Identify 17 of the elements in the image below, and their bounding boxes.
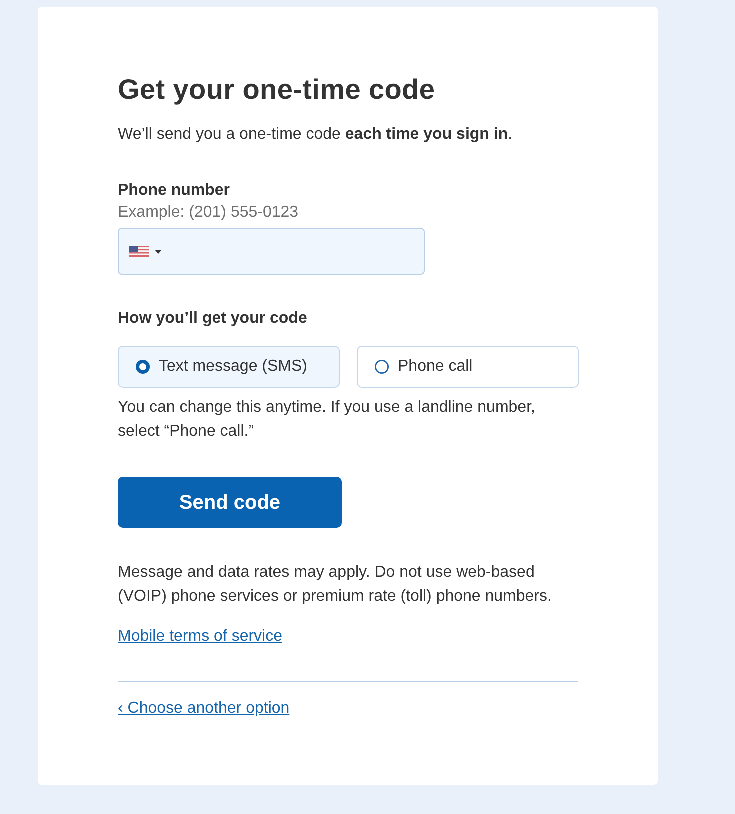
send-code-button[interactable]: Send code	[118, 477, 342, 528]
radio-icon	[375, 360, 389, 374]
intro-text: We’ll send you a one-time code each time you sign in.	[118, 125, 514, 145]
page-heading: Get your one-time code	[118, 73, 436, 107]
delivery-label: How you’ll get your code	[118, 309, 308, 329]
disclaimer-text: Message and data rates may apply. Do not use web-based (VOIP) phone services or premium rate (toll) phone numbers.	[118, 563, 553, 607]
radio-option[interactable]: Text message (SMS)	[118, 346, 340, 388]
phone-number-hint: Example: (201) 555-0123	[118, 203, 300, 223]
caret-icon	[155, 250, 162, 254]
phone-number-label: Phone number	[118, 181, 232, 201]
terms-link[interactable]: Mobile terms of service	[118, 625, 282, 649]
flag-icon	[129, 246, 149, 257]
radio-option[interactable]: Phone call	[357, 346, 579, 388]
help-text: You can change this anytime. If you use a landline number, select “Phone call.”	[118, 398, 536, 442]
radio-selected-icon	[136, 360, 150, 374]
back-link[interactable]: ‹ Choose another option	[118, 697, 290, 721]
phone-input-field[interactable]	[118, 228, 425, 275]
